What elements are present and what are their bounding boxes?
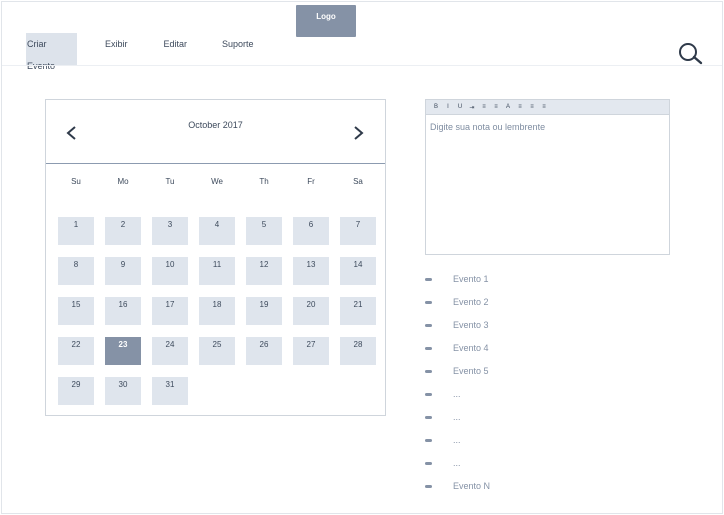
weekday-label: Mo [117, 177, 129, 186]
event-item[interactable]: Evento 2 [425, 295, 545, 309]
event-item[interactable]: ... [425, 456, 545, 470]
bullet-icon [425, 392, 432, 396]
calendar-header: October 2017 [46, 100, 385, 164]
day-cell[interactable]: 27 [293, 337, 329, 365]
day-cell[interactable]: 2 [105, 217, 141, 245]
bullet-icon [425, 415, 432, 419]
day-cell[interactable]: 6 [293, 217, 329, 245]
event-item[interactable]: ... [425, 387, 545, 401]
bullet-icon [425, 323, 432, 327]
chevron-right-icon[interactable] [351, 125, 365, 141]
day-cell[interactable]: 26 [246, 337, 282, 365]
day-cell[interactable]: 16 [105, 297, 141, 325]
font-color-icon[interactable]: A [502, 104, 514, 110]
day-cell[interactable]: 17 [152, 297, 188, 325]
day-cell[interactable]: 23 [105, 337, 141, 365]
day-cell[interactable]: 21 [340, 297, 376, 325]
list-icon[interactable]: ≡ [478, 104, 490, 110]
day-cell[interactable]: 25 [199, 337, 235, 365]
bullet-icon [425, 438, 432, 442]
note-input[interactable] [430, 122, 665, 250]
day-cell[interactable]: 29 [58, 377, 94, 405]
note-editor: B I U ⇥ ≡ ≡ A ≡ ≡ ≡ [425, 99, 670, 255]
day-cell[interactable]: 11 [199, 257, 235, 285]
event-label: ... [453, 435, 461, 445]
event-item[interactable]: Evento 5 [425, 364, 545, 378]
day-cell[interactable]: 20 [293, 297, 329, 325]
bullet-icon [425, 346, 432, 350]
align-center-icon[interactable]: ≡ [526, 104, 538, 110]
weekday-label: Sa [353, 177, 363, 186]
day-cell[interactable]: 30 [105, 377, 141, 405]
event-item[interactable]: Evento 3 [425, 318, 545, 332]
main-nav: Criar Evento Exibir Editar Suporte [26, 33, 254, 71]
header-divider [2, 65, 722, 66]
event-item[interactable]: Evento N [425, 479, 545, 493]
list-icon[interactable]: ≡ [490, 104, 502, 110]
nav-criar-evento[interactable]: Criar Evento [26, 33, 77, 71]
day-cell[interactable]: 15 [58, 297, 94, 325]
day-cell[interactable]: 12 [246, 257, 282, 285]
day-cell[interactable]: 22 [58, 337, 94, 365]
event-label: Evento 2 [453, 297, 489, 307]
event-item[interactable]: Evento 1 [425, 272, 545, 286]
day-cell[interactable]: 5 [246, 217, 282, 245]
day-cell[interactable]: 7 [340, 217, 376, 245]
nav-editar[interactable]: Editar [164, 33, 188, 65]
day-cell[interactable]: 31 [152, 377, 188, 405]
weekday-label: Fr [307, 177, 315, 186]
bold-icon[interactable]: B [430, 104, 442, 110]
align-left-icon[interactable]: ≡ [514, 104, 526, 110]
event-label: Evento 5 [453, 366, 489, 376]
day-cell[interactable]: 1 [58, 217, 94, 245]
calendar-month-title: October 2017 [188, 120, 243, 130]
day-cell[interactable]: 18 [199, 297, 235, 325]
event-label: ... [453, 412, 461, 422]
logo-button[interactable]: Logo [296, 5, 356, 37]
event-label: Evento 4 [453, 343, 489, 353]
event-item[interactable]: ... [425, 433, 545, 447]
day-cell[interactable]: 9 [105, 257, 141, 285]
day-cell[interactable]: 19 [246, 297, 282, 325]
event-label: Evento 1 [453, 274, 489, 284]
event-label: Evento N [453, 481, 491, 491]
calendar: October 2017 Su Mo Tu We Th Fr Sa 1 2 3 4 5 6 7 8 9 10 1… [45, 99, 386, 416]
weekday-label: Tu [165, 177, 175, 186]
day-cell[interactable]: 4 [199, 217, 235, 245]
weekday-label: Th [259, 177, 269, 186]
bullet-icon [425, 484, 432, 488]
day-cell[interactable]: 28 [340, 337, 376, 365]
underline-icon[interactable]: U [454, 104, 466, 110]
weekday-label: Su [71, 177, 81, 186]
bullet-icon [425, 369, 432, 373]
day-cell[interactable]: 8 [58, 257, 94, 285]
day-cell[interactable]: 13 [293, 257, 329, 285]
bullet-icon [425, 300, 432, 304]
event-item[interactable]: ... [425, 410, 545, 424]
day-cell[interactable]: 10 [152, 257, 188, 285]
day-cell[interactable]: 14 [340, 257, 376, 285]
italic-icon[interactable]: I [442, 104, 454, 110]
align-right-icon[interactable]: ≡ [538, 104, 550, 110]
event-item[interactable]: Evento 4 [425, 341, 545, 355]
nav-exibir[interactable]: Exibir [105, 33, 128, 65]
bullet-icon [425, 277, 432, 281]
bullet-icon [425, 461, 432, 465]
indent-icon[interactable]: ⇥ [466, 104, 478, 111]
weekday-label: We [211, 177, 223, 186]
day-cell[interactable]: 3 [152, 217, 188, 245]
search-icon[interactable] [677, 43, 703, 65]
event-label: Evento 3 [453, 320, 489, 330]
event-label: ... [453, 458, 461, 468]
editor-toolbar: B I U ⇥ ≡ ≡ A ≡ ≡ ≡ [426, 100, 669, 115]
day-cell[interactable]: 24 [152, 337, 188, 365]
nav-suporte[interactable]: Suporte [222, 33, 254, 65]
event-label: ... [453, 389, 461, 399]
